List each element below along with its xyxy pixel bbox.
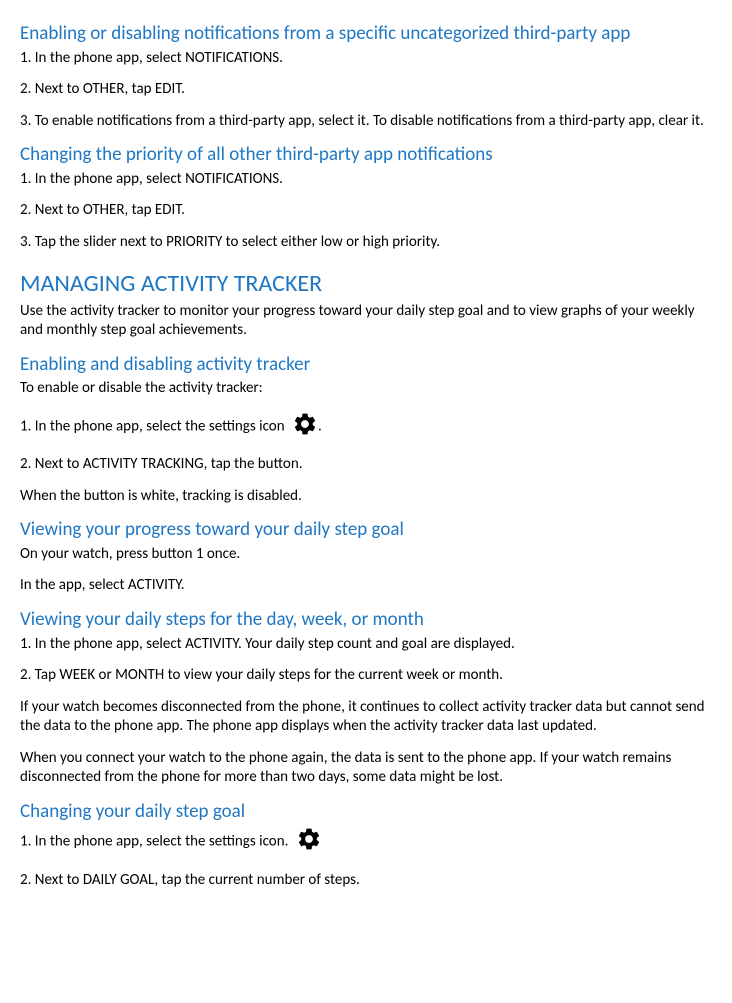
body-text: When you connect your watch to the phone…	[20, 749, 712, 788]
step-text-prefix: 1. In the phone app, select the settings…	[20, 833, 292, 851]
body-text: Use the activity tracker to monitor your…	[20, 302, 712, 341]
step-text-prefix: 1. In the phone app, select the settings…	[20, 417, 288, 435]
step-text: 2. Next to OTHER, tap EDIT.	[20, 201, 712, 221]
heading-change-step-goal: Changing your daily step goal	[20, 800, 712, 825]
step-text: 1. In the phone app, select the settings…	[20, 411, 712, 444]
heading-enable-disable-tracker: Enabling and disabling activity tracker	[20, 353, 712, 378]
step-text: 2. Next to OTHER, tap EDIT.	[20, 80, 712, 100]
step-text-suffix: .	[318, 417, 322, 435]
heading-view-progress: Viewing your progress toward your daily …	[20, 518, 712, 543]
step-text: 3. Tap the slider next to PRIORITY to se…	[20, 233, 712, 253]
heading-change-priority: Changing the priority of all other third…	[20, 143, 712, 168]
step-text: 2. Next to DAILY GOAL, tap the current n…	[20, 871, 712, 891]
step-text: 1. In the phone app, select ACTIVITY. Yo…	[20, 635, 712, 655]
heading-managing-activity-tracker: MANAGING ACTIVITY TRACKER	[20, 268, 712, 299]
step-text: 2. Tap WEEK or MONTH to view your daily …	[20, 666, 712, 686]
body-text: If your watch becomes disconnected from …	[20, 698, 712, 737]
body-text: In the app, select ACTIVITY.	[20, 576, 712, 596]
body-text: To enable or disable the activity tracke…	[20, 379, 712, 399]
body-text: When the button is white, tracking is di…	[20, 487, 712, 507]
step-text: 2. Next to ACTIVITY TRACKING, tap the bu…	[20, 455, 712, 475]
step-text: 1. In the phone app, select NOTIFICATION…	[20, 49, 712, 69]
body-text: On your watch, press button 1 once.	[20, 545, 712, 565]
step-text: 3. To enable notifications from a third-…	[20, 112, 712, 132]
step-text: 1. In the phone app, select the settings…	[20, 826, 712, 859]
gear-icon	[296, 826, 322, 859]
gear-icon	[292, 411, 318, 444]
step-text: 1. In the phone app, select NOTIFICATION…	[20, 170, 712, 190]
heading-view-daily-steps: Viewing your daily steps for the day, we…	[20, 608, 712, 633]
heading-enable-disable-notifications: Enabling or disabling notifications from…	[20, 22, 712, 47]
